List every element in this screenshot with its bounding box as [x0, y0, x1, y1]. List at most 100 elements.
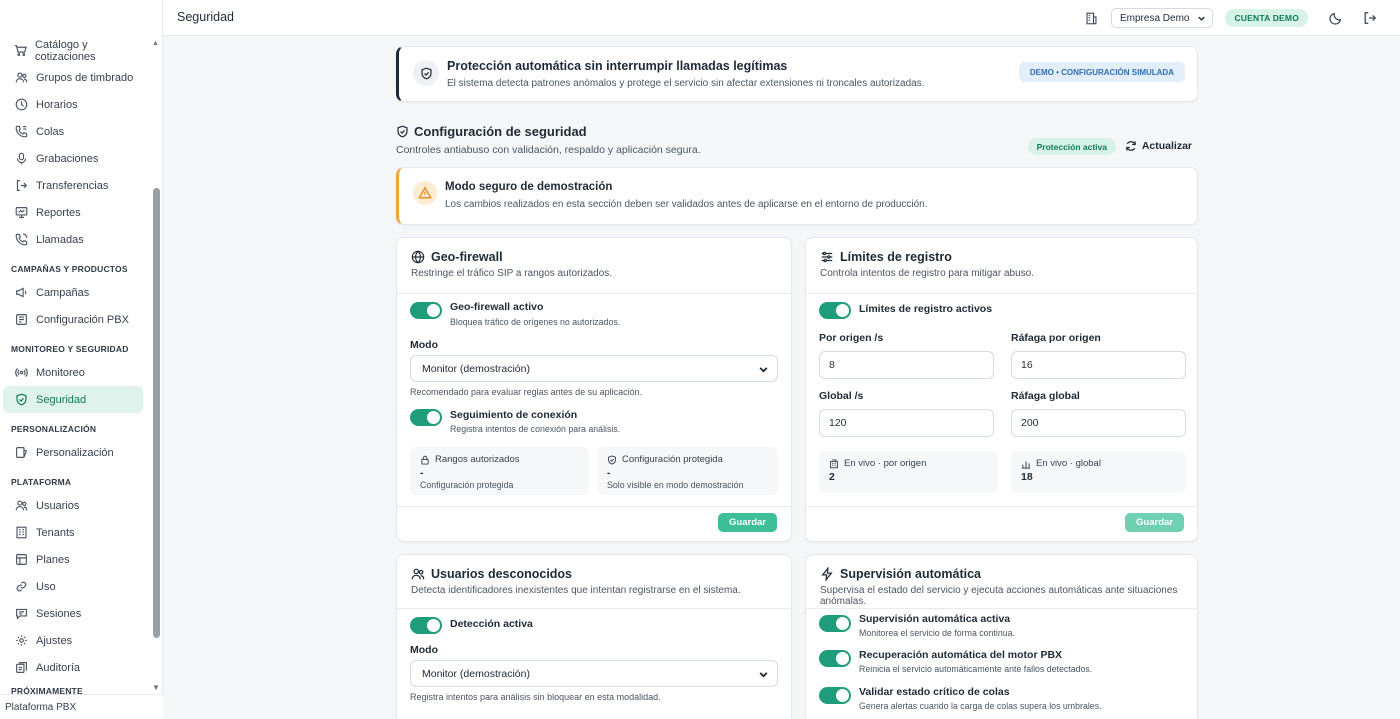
sidebar-item-tenants[interactable]: Tenants — [3, 519, 143, 546]
sidebar-item-users[interactable]: Usuarios — [3, 492, 143, 519]
toggle-label: Detección activa — [450, 618, 533, 630]
sidebar-item-settings[interactable]: Ajustes — [3, 627, 143, 654]
panel-title: Usuarios desconocidos — [411, 567, 572, 581]
megaphone-icon — [14, 286, 28, 300]
sidebar-item-sessions[interactable]: Sesiones — [3, 600, 143, 627]
company-select-value: Empresa Demo — [1120, 12, 1190, 24]
company-select[interactable]: Empresa Demo — [1111, 8, 1214, 28]
panel-title-text: Supervisión automática — [840, 567, 982, 581]
sidebar-scrollbar[interactable] — [153, 188, 160, 638]
toggle-label: Geo-firewall activo — [450, 301, 544, 313]
sidebar-item-label: Uso — [36, 580, 56, 593]
users-icon — [14, 499, 28, 513]
toggle-description: Reinicia el servicio automáticamente ant… — [859, 664, 1093, 674]
sidebar-footer: Plataforma PBX — [0, 694, 163, 719]
sidebar-item-label: Campañas — [36, 286, 90, 299]
sidebar-item-recordings[interactable]: Grabaciones — [3, 145, 143, 172]
sidebar-section-monitoring: MONITOREO Y SEGURIDAD — [11, 344, 129, 354]
sidebar-item-reports[interactable]: Reportes — [3, 199, 143, 226]
queue-validation-toggle[interactable] — [819, 687, 851, 704]
logout-icon[interactable] — [1362, 10, 1378, 26]
sidebar-item-catalog[interactable]: Catálogo y cotizaciones — [3, 37, 143, 64]
sidebar-item-audit[interactable]: Auditoría — [3, 654, 143, 681]
registration-limits-toggle[interactable] — [819, 302, 851, 319]
toggle-label: Validar estado crítico de colas — [859, 686, 1010, 698]
shield-icon — [413, 60, 439, 86]
sidebar-item-label: Llamadas — [36, 233, 84, 246]
sidebar-section-campaigns: CAMPAÑAS Y PRODUCTOS — [11, 264, 128, 274]
stat-label: En vivo · global — [1036, 458, 1101, 469]
bar-chart-icon — [1021, 461, 1031, 469]
registration-limits-panel: Límites de registro Controla intentos de… — [805, 237, 1198, 542]
demo-config-badge: DEMO • CONFIGURACIÓN SIMULADA — [1018, 62, 1185, 82]
sidebar-item-label: Monitoreo — [36, 366, 85, 379]
report-icon — [14, 206, 28, 220]
sidebar-section-personalization: PERSONALIZACIÓN — [11, 424, 97, 434]
burst-global-input[interactable]: 200 — [1011, 409, 1186, 437]
sidebar-section-platform: PLATAFORMA — [11, 477, 72, 487]
geo-firewall-toggle[interactable] — [410, 302, 442, 319]
sidebar: ▲ Catálogo y cotizaciones Grupos de timb… — [0, 0, 163, 719]
pbx-recovery-toggle[interactable] — [819, 650, 851, 667]
burst-origin-input[interactable]: 16 — [1011, 351, 1186, 379]
sidebar-item-campaigns[interactable]: Campañas — [3, 279, 143, 306]
scroll-down-arrow[interactable]: ▼ — [152, 683, 160, 692]
save-button[interactable]: Guardar — [718, 513, 777, 532]
burst-origin-label: Ráfaga por origen — [1011, 332, 1101, 344]
toggle-label: Seguimiento de conexión — [450, 409, 578, 421]
sidebar-item-plans[interactable]: Planes — [3, 546, 143, 573]
geo-firewall-panel: Geo-firewall Restringe el tráfico SIP a … — [396, 237, 792, 542]
moon-icon[interactable] — [1328, 10, 1344, 26]
sidebar-item-ring-groups[interactable]: Grupos de timbrado — [3, 64, 143, 91]
section-title-text: Configuración de seguridad — [414, 124, 587, 139]
warning-title: Modo seguro de demostración — [445, 181, 613, 193]
building-icon — [1083, 10, 1099, 26]
sidebar-item-pbx-config[interactable]: Configuración PBX — [3, 306, 143, 333]
audit-icon — [14, 661, 28, 675]
stat-value: 18 — [1021, 471, 1033, 483]
sidebar-item-queues[interactable]: Colas — [3, 118, 143, 145]
panel-subtitle: Supervisa el estado del servicio y ejecu… — [820, 585, 1178, 607]
toggle-description: Registra intentos de conexión para análi… — [450, 424, 621, 434]
refresh-label: Actualizar — [1141, 140, 1192, 152]
sidebar-item-usage[interactable]: Uso — [3, 573, 143, 600]
mode-select[interactable]: Monitor (demostración) — [410, 355, 778, 382]
transfer-icon — [14, 179, 28, 193]
layers-icon — [14, 553, 28, 567]
refresh-button[interactable]: Actualizar — [1125, 140, 1192, 152]
palette-icon — [14, 446, 28, 460]
toggle-label: Recuperación automática del motor PBX — [859, 649, 1063, 661]
detection-toggle[interactable] — [410, 617, 442, 634]
per-origin-input[interactable]: 8 — [819, 351, 994, 379]
sidebar-item-schedules[interactable]: Horarios — [3, 91, 143, 118]
toggle-description: Monitorea el servicio de forma continua. — [859, 628, 1015, 638]
sliders-icon — [821, 251, 833, 263]
stat-header: Rangos autorizados — [420, 454, 520, 465]
global-rate-input[interactable]: 120 — [819, 409, 994, 437]
chevron-down-icon — [759, 672, 768, 678]
per-origin-label: Por origen /s — [819, 332, 884, 344]
stat-footnote: Solo visible en modo demostración — [607, 480, 744, 490]
topbar: Seguridad Empresa Demo CUENTA DEMO — [163, 0, 1400, 36]
stat-value: 2 — [829, 471, 835, 483]
sidebar-nav: Catálogo y cotizaciones Grupos de timbra… — [0, 36, 163, 694]
sidebar-item-security[interactable]: Seguridad — [3, 386, 143, 413]
divider — [806, 608, 1197, 609]
sidebar-item-monitoring[interactable]: Monitoreo — [3, 359, 143, 386]
connection-tracking-toggle[interactable] — [410, 409, 442, 426]
broadcast-icon — [14, 366, 28, 380]
sidebar-item-personalization[interactable]: Personalización — [3, 439, 143, 466]
sidebar-item-label: Personalización — [36, 446, 114, 459]
mode-select[interactable]: Monitor (demostración) — [410, 660, 778, 687]
save-button[interactable]: Guardar — [1125, 513, 1184, 532]
auto-supervision-toggle[interactable] — [819, 615, 851, 632]
shield-icon — [397, 125, 408, 138]
sidebar-item-label: Seguridad — [36, 393, 87, 406]
protection-status-badge: Protección activa — [1027, 138, 1116, 155]
sidebar-item-calls[interactable]: Llamadas — [3, 226, 143, 253]
panel-subtitle: Controla intentos de registro para mitig… — [820, 268, 1035, 279]
sidebar-item-transfers[interactable]: Transferencias — [3, 172, 143, 199]
global-rate-label: Global /s — [819, 390, 864, 402]
sidebar-item-label: Planes — [36, 553, 70, 566]
panel-title: Límites de registro — [820, 250, 952, 264]
